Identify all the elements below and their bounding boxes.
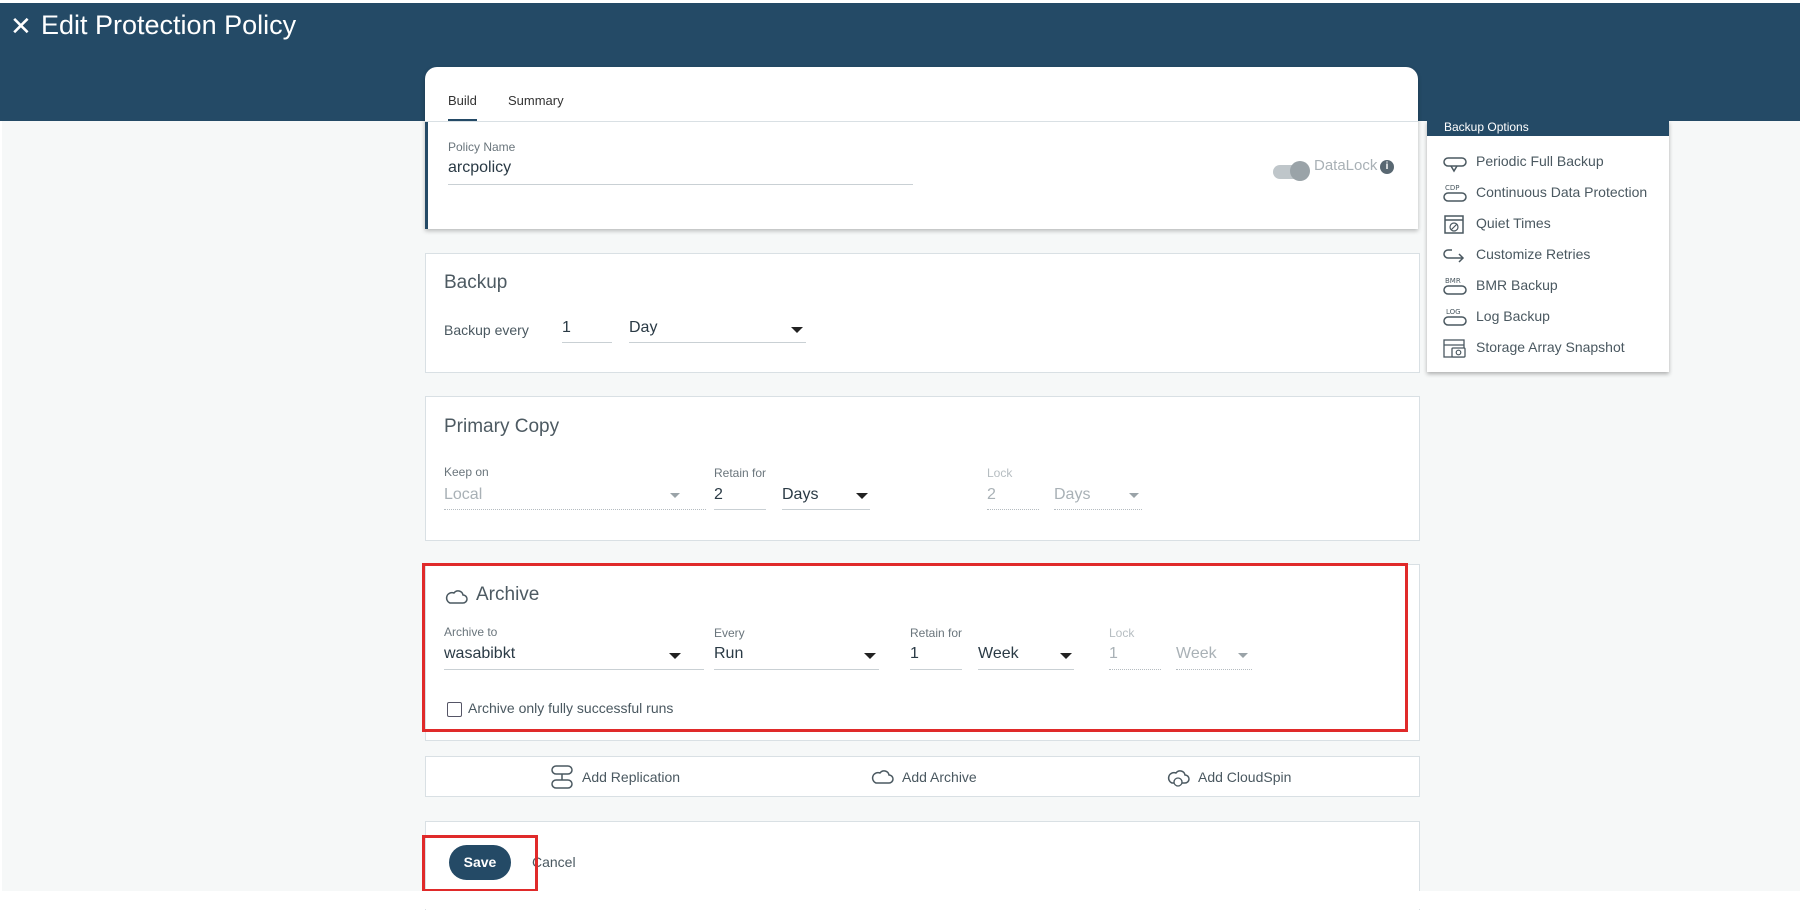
info-icon[interactable]: i: [1380, 160, 1394, 174]
datalock-label: DataLock: [1314, 157, 1378, 174]
primary-lock-label: Lock: [987, 466, 1013, 480]
replication-icon: [551, 765, 573, 789]
backup-every-input[interactable]: 1: [562, 319, 571, 337]
add-actions-bar: Add Replication Add Archive Add CloudSpi…: [425, 756, 1420, 797]
policy-build-card: Build Summary Policy Name arcpolicy Data…: [425, 67, 1418, 229]
backup-unit-select[interactable]: Day: [629, 319, 657, 337]
retry-icon: [1443, 249, 1465, 263]
tab-divider: [425, 121, 1418, 122]
option-label: Periodic Full Backup: [1476, 153, 1604, 169]
backup-options-panel: Backup Options Periodic Full Backup CDP …: [1427, 118, 1669, 372]
primary-copy-title: Primary Copy: [444, 416, 560, 437]
cloudspin-icon: [1167, 770, 1190, 787]
policy-name-label: Policy Name: [448, 140, 516, 154]
page-title: Edit Protection Policy: [41, 10, 297, 40]
snapshot-icon: [1443, 339, 1466, 358]
primary-retain-label: Retain for: [714, 466, 767, 480]
bottom-strip: [0, 891, 1800, 909]
option-label: Continuous Data Protection: [1476, 184, 1648, 200]
datalock-toggle-knob[interactable]: [1290, 161, 1310, 181]
backup-every-label: Backup every: [444, 322, 529, 338]
option-label: Quiet Times: [1476, 215, 1551, 231]
option-label: BMR Backup: [1476, 277, 1558, 293]
periodic-full-backup-icon: [1443, 157, 1467, 173]
chevron-down-icon[interactable]: [1129, 493, 1139, 498]
primary-retain-underline: [714, 509, 766, 510]
backup-title: Backup: [444, 272, 508, 293]
primary-lock-unit-select[interactable]: Days: [1054, 486, 1090, 504]
archive-highlight-box: [422, 563, 1408, 732]
close-icon[interactable]: ✕: [10, 13, 32, 39]
add-replication-button[interactable]: Add Replication: [551, 757, 691, 797]
svg-text:CDP: CDP: [1445, 184, 1460, 192]
cancel-button[interactable]: Cancel: [532, 854, 576, 870]
add-archive-label: Add Archive: [902, 769, 977, 785]
primary-lock-underline: [987, 509, 1039, 510]
bmr-icon: BMR: [1443, 277, 1467, 295]
tab-summary[interactable]: Summary: [508, 93, 564, 108]
policy-name-input[interactable]: arcpolicy: [448, 159, 511, 177]
log-icon: LOG: [1443, 308, 1467, 326]
keep-on-underline: [444, 509, 706, 510]
keep-on-label: Keep on: [444, 465, 489, 479]
svg-text:BMR: BMR: [1445, 277, 1461, 285]
option-label: Storage Array Snapshot: [1476, 339, 1625, 355]
add-cloudspin-label: Add CloudSpin: [1198, 769, 1292, 785]
primary-lock-input[interactable]: 2: [987, 486, 996, 504]
active-section-accent: [425, 122, 428, 229]
chevron-down-icon[interactable]: [670, 493, 680, 498]
primary-copy-card: Primary Copy Keep on Local Retain for 2 …: [425, 396, 1420, 541]
keep-on-select[interactable]: Local: [444, 486, 482, 504]
option-label: Customize Retries: [1476, 246, 1591, 262]
cloud-icon: [871, 770, 894, 784]
add-cloudspin-button[interactable]: Add CloudSpin: [1166, 757, 1296, 797]
tab-build[interactable]: Build: [448, 93, 477, 122]
chevron-down-icon[interactable]: [791, 327, 803, 333]
add-replication-label: Add Replication: [582, 769, 681, 785]
add-archive-button[interactable]: Add Archive: [870, 757, 990, 797]
backup-options-title: Backup Options: [1427, 118, 1669, 136]
primary-retain-input[interactable]: 2: [714, 486, 723, 504]
save-highlight-box: [422, 835, 538, 892]
svg-text:LOG: LOG: [1446, 308, 1461, 316]
policy-name-underline: [448, 184, 913, 185]
primary-retain-unit-underline: [782, 509, 870, 510]
backup-card: Backup Backup every 1 Day: [425, 253, 1420, 373]
backup-unit-underline: [629, 342, 806, 343]
backup-every-underline: [562, 342, 612, 343]
option-label: Log Backup: [1476, 308, 1550, 324]
cdp-icon: CDP: [1443, 184, 1467, 202]
primary-retain-unit-select[interactable]: Days: [782, 486, 818, 504]
primary-lock-unit-underline: [1054, 509, 1142, 510]
chevron-down-icon[interactable]: [856, 493, 868, 499]
calendar-icon: [1444, 215, 1464, 234]
